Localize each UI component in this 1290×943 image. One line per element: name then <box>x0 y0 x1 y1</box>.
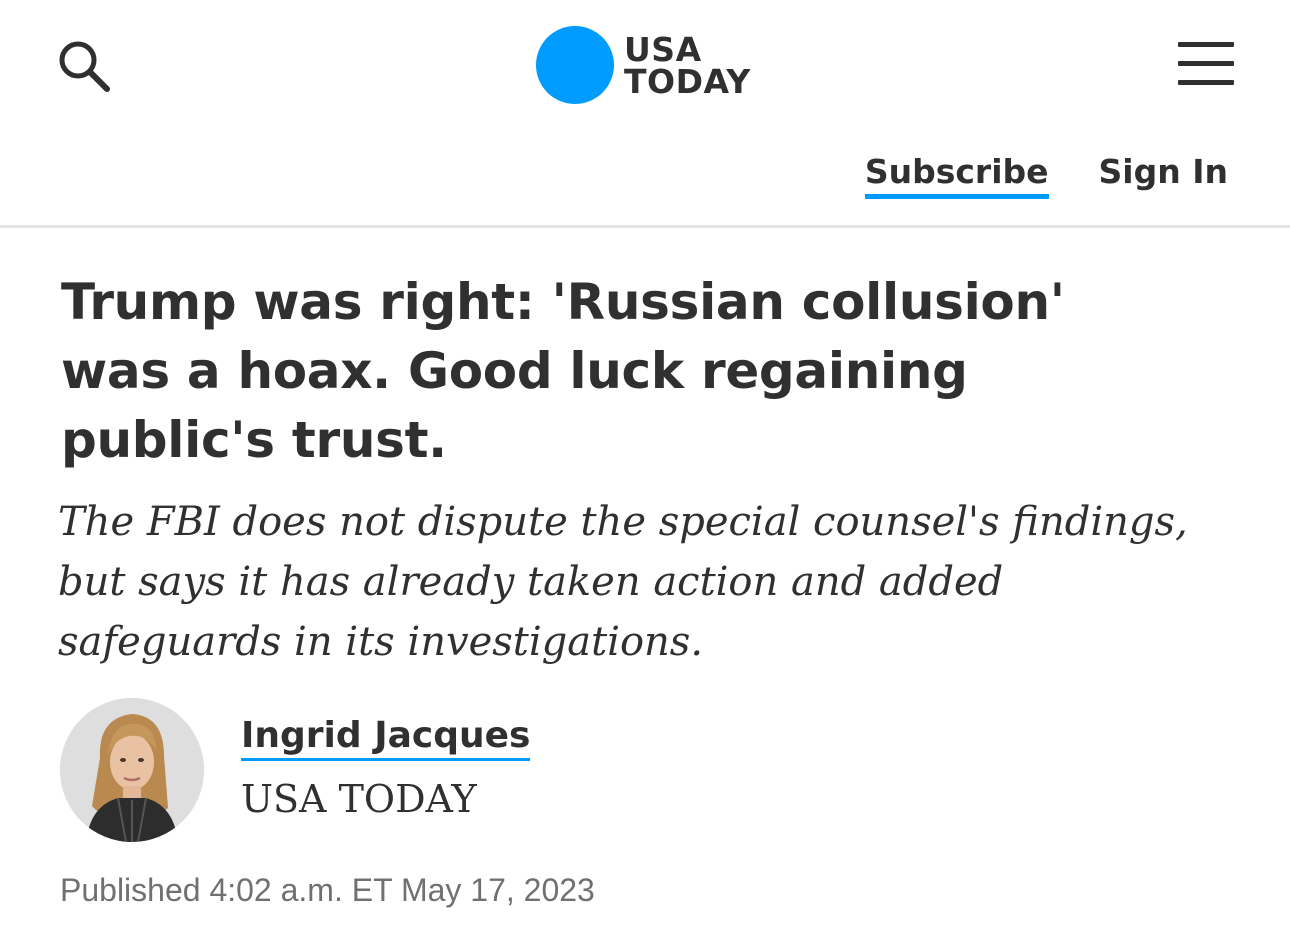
site-header: USA TODAY Subscribe Sign In <box>0 0 1290 226</box>
menu-button[interactable] <box>1178 42 1234 86</box>
author-photo <box>60 698 204 842</box>
article-headline: Trump was right: 'Russian collusion' was… <box>61 273 1065 469</box>
logo-line-today: TODAY <box>624 62 751 101</box>
author-avatar[interactable] <box>60 698 204 842</box>
header-divider <box>0 225 1290 228</box>
auth-links: Subscribe Sign In <box>864 152 1228 199</box>
logo-wordmark: USA TODAY <box>624 33 751 101</box>
logo-dot <box>536 26 614 104</box>
subscribe-link[interactable]: Subscribe <box>864 152 1049 199</box>
author-organization: USA TODAY <box>241 777 477 821</box>
search-icon <box>59 41 110 92</box>
published-timestamp: Published 4:02 a.m. ET May 17, 2023 <box>60 872 595 908</box>
byline: Ingrid Jacques USA TODAY <box>60 698 760 844</box>
article-subheadline: The FBI does not dispute the special cou… <box>58 499 1188 665</box>
author-name-link[interactable]: Ingrid Jacques <box>241 714 531 761</box>
usa-today-logo[interactable]: USA TODAY <box>536 26 766 106</box>
sign-in-link[interactable]: Sign In <box>1099 152 1228 192</box>
search-button[interactable] <box>56 38 114 94</box>
